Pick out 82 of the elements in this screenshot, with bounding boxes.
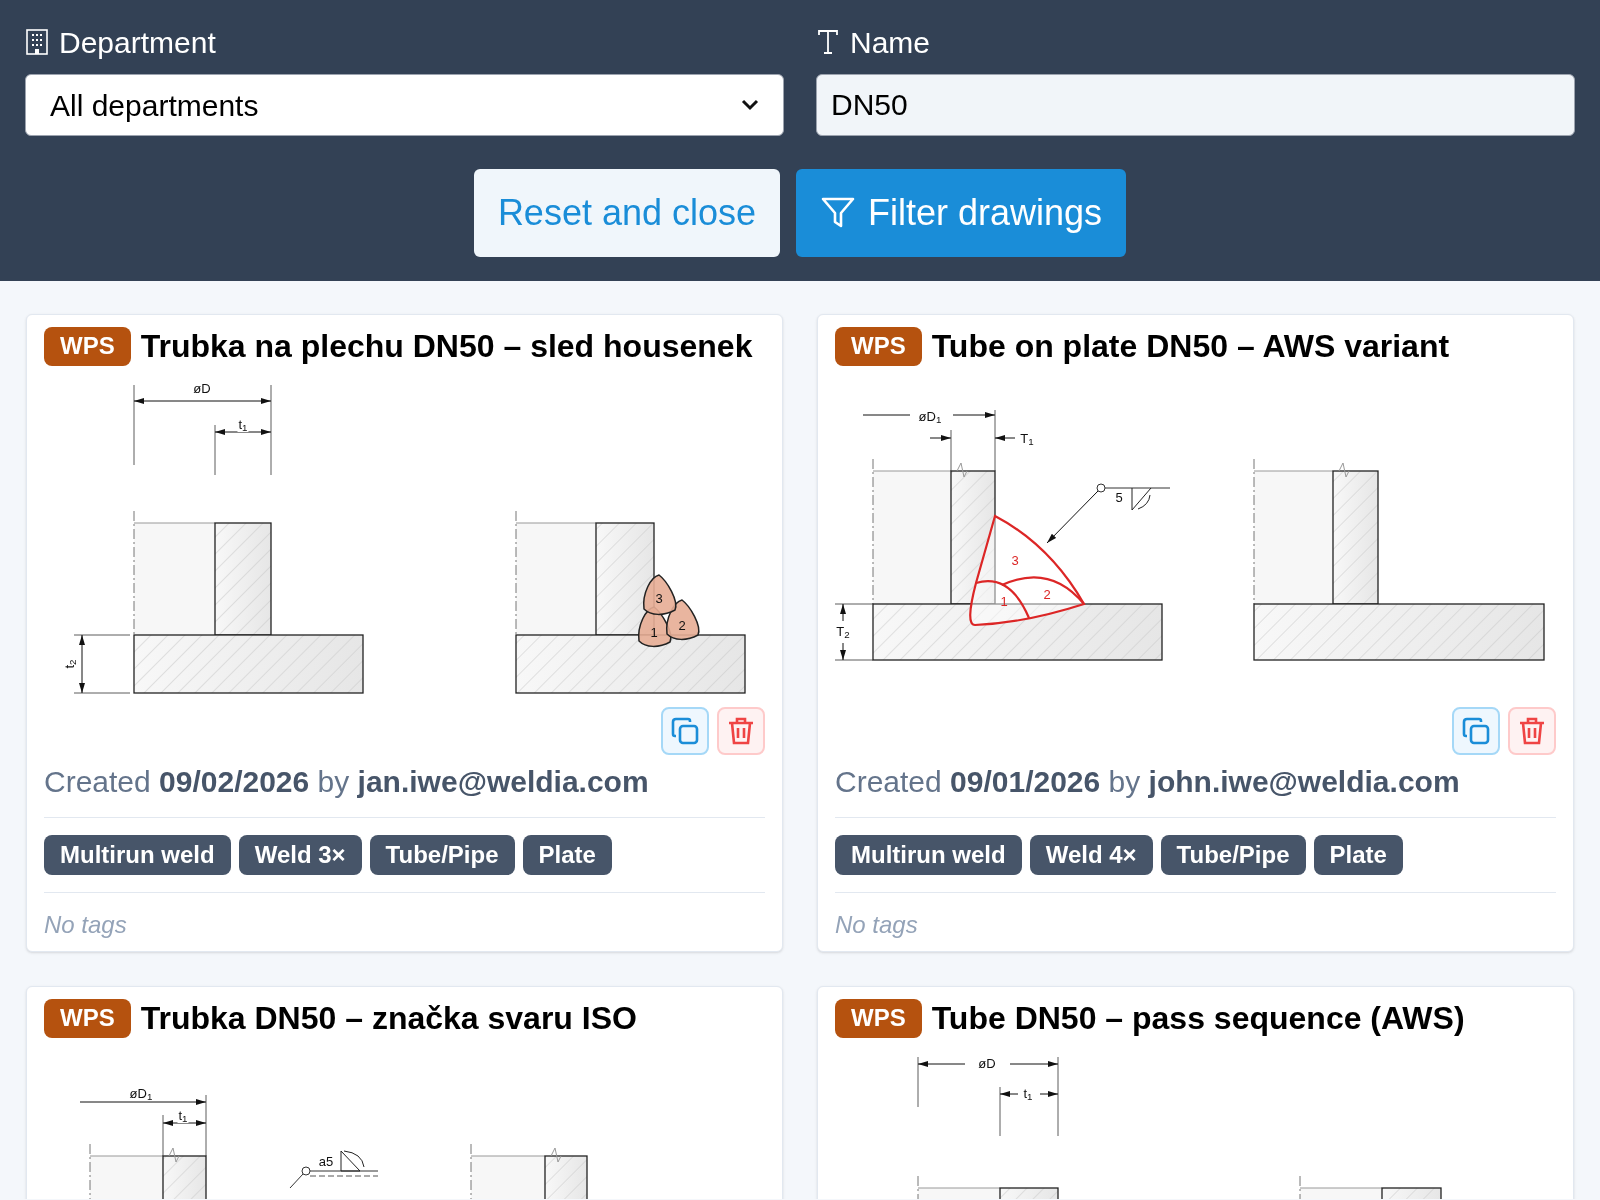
department-select[interactable]: All departments (25, 74, 784, 136)
dimension-label: t$_{1}$ (1022, 1087, 1034, 1101)
extension-line (999, 1086, 1001, 1137)
wps-badge: WPS (44, 326, 131, 366)
weld-size-label: 5 (1114, 491, 1124, 505)
bead-number: 1 (649, 626, 659, 640)
card-title: Trubka DN50 – značka svaru ISO (140, 999, 637, 1038)
delete-button[interactable] (1508, 707, 1556, 755)
tag: Multirun weld (44, 835, 231, 875)
dimension-line (840, 603, 846, 622)
chevron-down-icon (741, 99, 759, 111)
weld-bead (642, 574, 677, 616)
extension-line (214, 424, 216, 476)
wps-badge: WPS (835, 326, 922, 366)
tag: Plate (522, 835, 612, 875)
dimension-label: t$_{1}$ (177, 1109, 189, 1123)
delete-button[interactable] (717, 707, 765, 755)
dimension-line (214, 429, 272, 435)
dimension-line (862, 414, 911, 416)
field-label: Department (59, 24, 216, 61)
tag: Tube/Pipe (1160, 835, 1306, 875)
filter-button[interactable]: Filter drawings (796, 169, 1127, 257)
dimension-line (917, 1061, 966, 1067)
trash-icon (1518, 716, 1546, 746)
extension-line (162, 1114, 164, 1157)
tag: Tube/Pipe (369, 835, 515, 875)
dimension-line (840, 642, 846, 661)
copy-icon (670, 716, 700, 746)
dimension-line (999, 1091, 1019, 1097)
tag: Weld 3× (238, 835, 362, 875)
weld-symbol-icon (1131, 487, 1152, 511)
dimension-label: øD$_{1}$ (917, 410, 943, 424)
weld-size-label: a5 (317, 1155, 335, 1169)
card-title: Tube on plate DN50 – AWS variant (931, 327, 1450, 366)
tag: Multirun weld (835, 835, 1022, 875)
dimension-line (994, 435, 1016, 441)
extension-line (834, 659, 874, 661)
dimension-line (952, 412, 996, 418)
dimension-line (1039, 1091, 1059, 1097)
no-tags-note: No tags (44, 911, 127, 938)
no-tags-note: No tags (835, 911, 918, 938)
dimension-line (162, 1120, 207, 1126)
extension-line (73, 634, 131, 636)
extension-line (205, 1094, 207, 1157)
name-input[interactable]: DN50 (816, 74, 1575, 136)
dimension-line (79, 634, 85, 694)
created-info: Created 09/02/2026 by jan.iwe@weldia.com (44, 765, 650, 799)
weld-bead (665, 599, 700, 641)
dimension-label: øD (192, 382, 212, 396)
duplicate-button[interactable] (1452, 707, 1500, 755)
bead-number: 3 (1010, 554, 1020, 568)
dimension-line (1009, 1061, 1059, 1067)
building-icon (25, 28, 49, 56)
dimension-label: t$_{1}$ (237, 418, 249, 432)
extension-line (950, 429, 952, 472)
card-title: Trubka na plechu DN50 – sled housenek (140, 327, 753, 366)
dimension-line (929, 435, 952, 441)
card-title: Tube DN50 – pass sequence (AWS) (931, 999, 1465, 1038)
bead-number: 1 (999, 595, 1009, 609)
filter-icon (820, 196, 857, 230)
field-label: Name (850, 24, 931, 61)
copy-icon (1461, 716, 1491, 746)
created-info: Created 09/01/2026 by john.iwe@weldia.com (835, 765, 1461, 799)
bead-number: 3 (654, 592, 664, 606)
extension-line (917, 1056, 919, 1108)
dimension-label: øD (977, 1057, 997, 1071)
extension-line (834, 603, 874, 605)
text-icon (816, 28, 840, 56)
dimension-label: T$_{2}$ (835, 625, 851, 639)
extension-line (73, 692, 131, 694)
bead-number: 2 (677, 619, 687, 633)
trash-icon (727, 716, 755, 746)
tag: Plate (1313, 835, 1403, 875)
wps-badge: WPS (835, 998, 922, 1038)
dimension-label: T$_{1}$ (1019, 432, 1035, 446)
extension-line (994, 409, 996, 472)
dimension-label: øD$_{1}$ (128, 1087, 154, 1101)
weld-symbol-icon (340, 1150, 365, 1172)
bead-number: 2 (1042, 588, 1052, 602)
wps-badge: WPS (44, 998, 131, 1038)
duplicate-button[interactable] (661, 707, 709, 755)
tag: Weld 4× (1029, 835, 1153, 875)
